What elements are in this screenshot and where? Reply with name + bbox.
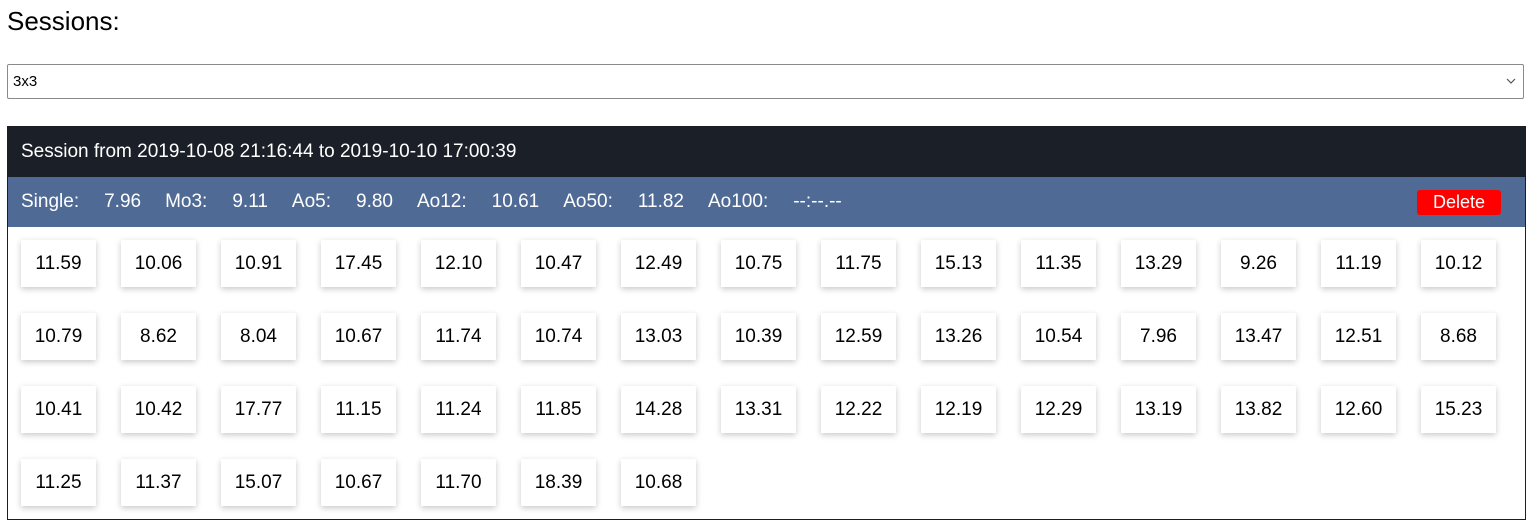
solve-times-row: 10.41 10.42 17.77 11.15 11.24 11.85 14.28 13.31… [21, 386, 1525, 433]
solve-time-item[interactable]: 11.59 [21, 240, 96, 287]
solve-time-item[interactable]: 11.74 [421, 313, 496, 360]
session-select[interactable]: 3x3 [7, 64, 1524, 99]
solve-time-item[interactable]: 13.26 [921, 313, 996, 360]
stat-ao5: Ao5: 9.80 [292, 191, 393, 213]
solve-time-item[interactable]: 13.47 [1221, 313, 1296, 360]
solve-time-item[interactable]: 12.49 [621, 240, 696, 287]
stat-label: Single: [21, 191, 80, 212]
solve-time-item[interactable]: 13.19 [1121, 386, 1196, 433]
stat-value: --:--.-- [793, 191, 842, 212]
solve-time-item[interactable]: 17.45 [321, 240, 396, 287]
session-stats-bar: Single: 7.96 Mo3: 9.11 Ao5: 9.80 Ao12: 1… [8, 177, 1525, 227]
stat-label: Mo3: [165, 191, 208, 212]
solve-time-item[interactable]: 12.59 [821, 313, 896, 360]
solve-time-item[interactable]: 18.39 [521, 459, 596, 506]
solve-time-item[interactable]: 12.10 [421, 240, 496, 287]
solve-time-item[interactable]: 12.29 [1021, 386, 1096, 433]
solve-time-item[interactable]: 11.25 [21, 459, 96, 506]
solve-time-item[interactable]: 13.03 [621, 313, 696, 360]
solve-time-item[interactable]: 12.51 [1321, 313, 1396, 360]
solve-time-item[interactable]: 10.06 [121, 240, 196, 287]
session-header: Session from 2019-10-08 21:16:44 to 2019… [8, 127, 1525, 177]
solve-time-item[interactable]: 10.67 [321, 459, 396, 506]
solve-time-item[interactable]: 11.75 [821, 240, 896, 287]
solve-time-item[interactable]: 10.47 [521, 240, 596, 287]
delete-session-button[interactable]: Delete [1417, 190, 1501, 215]
solve-time-item[interactable]: 7.96 [1121, 313, 1196, 360]
solve-time-item[interactable]: 11.37 [121, 459, 196, 506]
solve-time-item[interactable]: 14.28 [621, 386, 696, 433]
stat-value: 9.80 [356, 191, 393, 212]
solve-time-item[interactable]: 10.12 [1421, 240, 1496, 287]
page: Sessions: 3x3 Session from 2019-10-08 21… [0, 0, 1539, 526]
solve-time-item[interactable]: 12.19 [921, 386, 996, 433]
solve-times-row: 11.59 10.06 10.91 17.45 12.10 10.47 12.49 10.75… [21, 240, 1525, 287]
stat-ao100: Ao100: --:--.-- [708, 191, 842, 213]
stat-label: Ao100: [708, 191, 769, 212]
stat-label: Ao5: [291, 191, 332, 212]
stat-value: 10.61 [491, 191, 540, 212]
solve-times-row: 10.79 8.62 8.04 10.67 11.74 10.74 13.03 10.39 12… [21, 313, 1525, 360]
session-select-value: 3x3 [13, 73, 38, 90]
stat-value: 11.82 [637, 191, 684, 212]
solve-time-item[interactable]: 11.35 [1021, 240, 1096, 287]
stat-ao12: Ao12: 10.61 [417, 191, 539, 213]
stat-single: Single: 7.96 [21, 191, 141, 213]
solve-time-item[interactable]: 10.41 [21, 386, 96, 433]
stat-value: 9.11 [232, 191, 268, 212]
solve-time-item[interactable]: 13.29 [1121, 240, 1196, 287]
solve-time-item[interactable]: 13.31 [721, 386, 796, 433]
stat-label: Ao12: [417, 191, 467, 212]
stat-ao50: Ao50: 11.82 [563, 191, 684, 213]
stat-mo3: Mo3: 9.11 [165, 191, 268, 213]
solve-time-item[interactable]: 10.67 [321, 313, 396, 360]
solve-time-item[interactable]: 11.70 [421, 459, 496, 506]
solve-time-item[interactable]: 9.26 [1221, 240, 1296, 287]
solve-time-item[interactable]: 13.82 [1221, 386, 1296, 433]
solve-times-row: 11.25 11.37 15.07 10.67 11.70 18.39 10.68 [21, 459, 1525, 506]
page-title: Sessions: [7, 6, 120, 36]
solve-time-item[interactable]: 8.68 [1421, 313, 1496, 360]
stat-value: 7.96 [104, 191, 142, 212]
solve-time-item[interactable]: 8.62 [121, 313, 196, 360]
session-card: Session from 2019-10-08 21:16:44 to 2019… [7, 126, 1526, 520]
solve-time-item[interactable]: 10.75 [721, 240, 796, 287]
solve-time-item[interactable]: 10.79 [21, 313, 96, 360]
solve-time-item[interactable]: 11.15 [321, 386, 396, 433]
solve-time-item[interactable]: 10.42 [121, 386, 196, 433]
solve-time-item[interactable]: 12.22 [821, 386, 896, 433]
solve-time-item[interactable]: 15.07 [221, 459, 296, 506]
solve-time-item[interactable]: 11.85 [521, 386, 596, 433]
solve-time-item[interactable]: 10.54 [1021, 313, 1096, 360]
chevron-down-icon [1506, 78, 1516, 84]
solve-time-item[interactable]: 11.24 [421, 386, 496, 433]
solve-time-item[interactable]: 15.23 [1421, 386, 1496, 433]
solve-time-item[interactable]: 17.77 [221, 386, 296, 433]
solve-time-item[interactable]: 10.39 [721, 313, 796, 360]
session-title: Session from 2019-10-08 21:16:44 to 2019… [21, 141, 517, 162]
solve-time-item[interactable]: 11.19 [1321, 240, 1396, 287]
solve-time-item[interactable]: 15.13 [921, 240, 996, 287]
stat-label: Ao50: [563, 191, 613, 212]
solve-time-item[interactable]: 10.74 [521, 313, 596, 360]
solve-time-item[interactable]: 12.60 [1321, 386, 1396, 433]
solve-time-item[interactable]: 10.68 [621, 459, 696, 506]
solve-time-item[interactable]: 8.04 [221, 313, 296, 360]
solve-time-item[interactable]: 10.91 [221, 240, 296, 287]
solve-times-grid: 11.59 10.06 10.91 17.45 12.10 10.47 12.49 10.75… [8, 227, 1525, 506]
